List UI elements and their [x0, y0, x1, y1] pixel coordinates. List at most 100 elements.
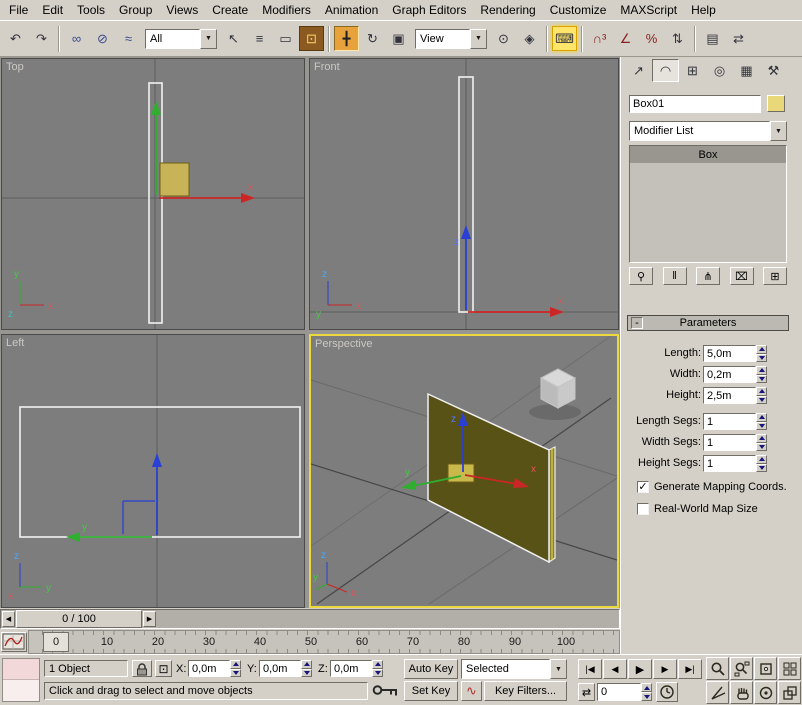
percent-snap-icon[interactable]: %: [639, 26, 664, 51]
listener-pane[interactable]: [3, 680, 39, 701]
menu-customize[interactable]: Customize: [543, 0, 614, 20]
show-end-result-icon[interactable]: ‖: [663, 267, 687, 285]
viewport-top-label[interactable]: Top: [6, 61, 24, 73]
menu-edit[interactable]: Edit: [35, 0, 70, 20]
select-object-icon[interactable]: ↖: [221, 26, 246, 51]
time-slider-handle[interactable]: 0 / 100: [16, 610, 142, 628]
modifier-stack[interactable]: Box: [629, 145, 787, 263]
length-spinner[interactable]: [756, 345, 767, 362]
mirror-icon[interactable]: ⇄: [726, 26, 751, 51]
menu-group[interactable]: Group: [112, 0, 159, 20]
mini-curve-editor-button[interactable]: [1, 632, 27, 652]
chevron-down-icon[interactable]: ▼: [770, 121, 787, 141]
current-frame-field[interactable]: [597, 683, 641, 701]
time-slider-right-arrow[interactable]: ▶: [143, 611, 156, 627]
chevron-down-icon[interactable]: ▼: [200, 29, 217, 49]
select-and-scale-icon[interactable]: ▣: [386, 26, 411, 51]
y-coordinate-field[interactable]: [259, 660, 301, 677]
tab-motion[interactable]: ◎: [706, 59, 733, 82]
redo-icon[interactable]: ↷: [29, 26, 54, 51]
default-tangent-button[interactable]: ∿: [461, 681, 482, 701]
chevron-down-icon[interactable]: ▼: [550, 659, 567, 679]
viewport-perspective[interactable]: Perspective z x y: [309, 334, 619, 608]
menu-animation[interactable]: Animation: [318, 0, 385, 20]
time-configuration-button[interactable]: [656, 682, 678, 702]
menu-graph-editors[interactable]: Graph Editors: [385, 0, 473, 20]
current-frame-spinner[interactable]: [641, 683, 652, 701]
min-max-toggle-button[interactable]: [778, 681, 801, 704]
snaps-toggle-3d-icon[interactable]: ∩³: [587, 26, 612, 51]
width-spinner[interactable]: [756, 366, 767, 383]
undo-icon[interactable]: ↶: [3, 26, 28, 51]
width-segs-spinner[interactable]: [756, 434, 767, 451]
key-mode-toggle-button[interactable]: ⇄: [578, 683, 595, 701]
z-coordinate-field[interactable]: [330, 660, 372, 677]
modifier-list-dropdown[interactable]: Modifier List ▼: [629, 121, 787, 141]
next-frame-button[interactable]: ▶: [653, 659, 677, 679]
generate-mapping-coords-checkbox[interactable]: ✓ Generate Mapping Coords.: [637, 479, 801, 495]
viewport-top[interactable]: Top x y x z: [1, 58, 305, 330]
select-and-rotate-icon[interactable]: ↻: [360, 26, 385, 51]
zoom-button[interactable]: [706, 657, 729, 680]
key-mode-dropdown[interactable]: Selected ▼: [461, 659, 567, 679]
tab-utilities[interactable]: ⚒: [760, 59, 787, 82]
maxscript-mini-listener[interactable]: [2, 658, 40, 702]
object-color-swatch[interactable]: [767, 95, 785, 112]
track-bar-ruler[interactable]: 0 10 20 30 40 50 60 70 80 90 100: [28, 630, 620, 654]
menu-maxscript[interactable]: MAXScript: [613, 0, 684, 20]
height-field[interactable]: [703, 387, 756, 404]
menu-rendering[interactable]: Rendering: [473, 0, 542, 20]
named-selection-sets-icon[interactable]: ▤: [700, 26, 725, 51]
bind-to-space-warp-icon[interactable]: ≈: [116, 26, 141, 51]
reference-coordinate-dropdown[interactable]: View ▼: [415, 29, 487, 49]
parameters-rollout-header[interactable]: - Parameters: [627, 315, 789, 331]
selection-lock-toggle[interactable]: [132, 660, 152, 677]
length-segs-spinner[interactable]: [756, 413, 767, 430]
field-of-view-button[interactable]: [706, 681, 729, 704]
chevron-down-icon[interactable]: ▼: [470, 29, 487, 49]
width-field[interactable]: [703, 366, 756, 383]
zoom-extents-all-button[interactable]: [778, 657, 801, 680]
auto-key-button[interactable]: Auto Key: [404, 659, 458, 679]
tab-display[interactable]: ▦: [733, 59, 760, 82]
rollout-collapse-icon[interactable]: -: [631, 317, 643, 329]
height-segs-field[interactable]: [703, 455, 756, 472]
length-segs-field[interactable]: [703, 413, 756, 430]
select-by-name-icon[interactable]: ≡: [247, 26, 272, 51]
select-and-link-icon[interactable]: ∞: [64, 26, 89, 51]
menu-file[interactable]: File: [2, 0, 35, 20]
real-world-map-size-checkbox[interactable]: Real-World Map Size: [637, 501, 801, 517]
window-crossing-icon[interactable]: ⊡: [299, 26, 324, 51]
menu-tools[interactable]: Tools: [70, 0, 112, 20]
checkbox-empty-icon[interactable]: [637, 503, 649, 515]
tab-modify[interactable]: ◠: [652, 59, 679, 82]
height-spinner[interactable]: [756, 387, 767, 404]
set-key-button[interactable]: Set Key: [404, 681, 458, 701]
rectangular-selection-region-icon[interactable]: ▭: [273, 26, 298, 51]
menu-create[interactable]: Create: [205, 0, 255, 20]
angle-snap-icon[interactable]: ∠: [613, 26, 638, 51]
checkbox-check-icon[interactable]: ✓: [637, 481, 649, 493]
menu-views[interactable]: Views: [159, 0, 205, 20]
viewport-left-label[interactable]: Left: [6, 337, 24, 349]
unlink-selection-icon[interactable]: ⊘: [90, 26, 115, 51]
keyboard-shortcut-override-icon[interactable]: ⌨: [552, 26, 577, 51]
viewport-front-label[interactable]: Front: [314, 61, 340, 73]
select-and-manipulate-icon[interactable]: ◈: [517, 26, 542, 51]
width-segs-field[interactable]: [703, 434, 756, 451]
time-slider-left-arrow[interactable]: ◀: [2, 611, 15, 627]
arc-rotate-button[interactable]: [754, 681, 777, 704]
viewport-left[interactable]: Left y z y x: [1, 334, 305, 608]
configure-modifier-sets-icon[interactable]: ⊞: [763, 267, 787, 285]
play-button[interactable]: ▶: [628, 659, 652, 679]
y-coordinate-spinner[interactable]: [301, 660, 312, 677]
modifier-stack-item-box[interactable]: Box: [630, 146, 786, 163]
selection-filter-dropdown[interactable]: All ▼: [145, 29, 217, 49]
absolute-offset-mode-toggle[interactable]: ⊡: [155, 660, 172, 677]
zoom-all-button[interactable]: [730, 657, 753, 680]
key-filters-button[interactable]: Key Filters...: [484, 681, 567, 701]
z-coordinate-spinner[interactable]: [372, 660, 383, 677]
go-to-end-button[interactable]: ▶|: [678, 659, 702, 679]
go-to-start-button[interactable]: |◀: [578, 659, 602, 679]
length-field[interactable]: [703, 345, 756, 362]
